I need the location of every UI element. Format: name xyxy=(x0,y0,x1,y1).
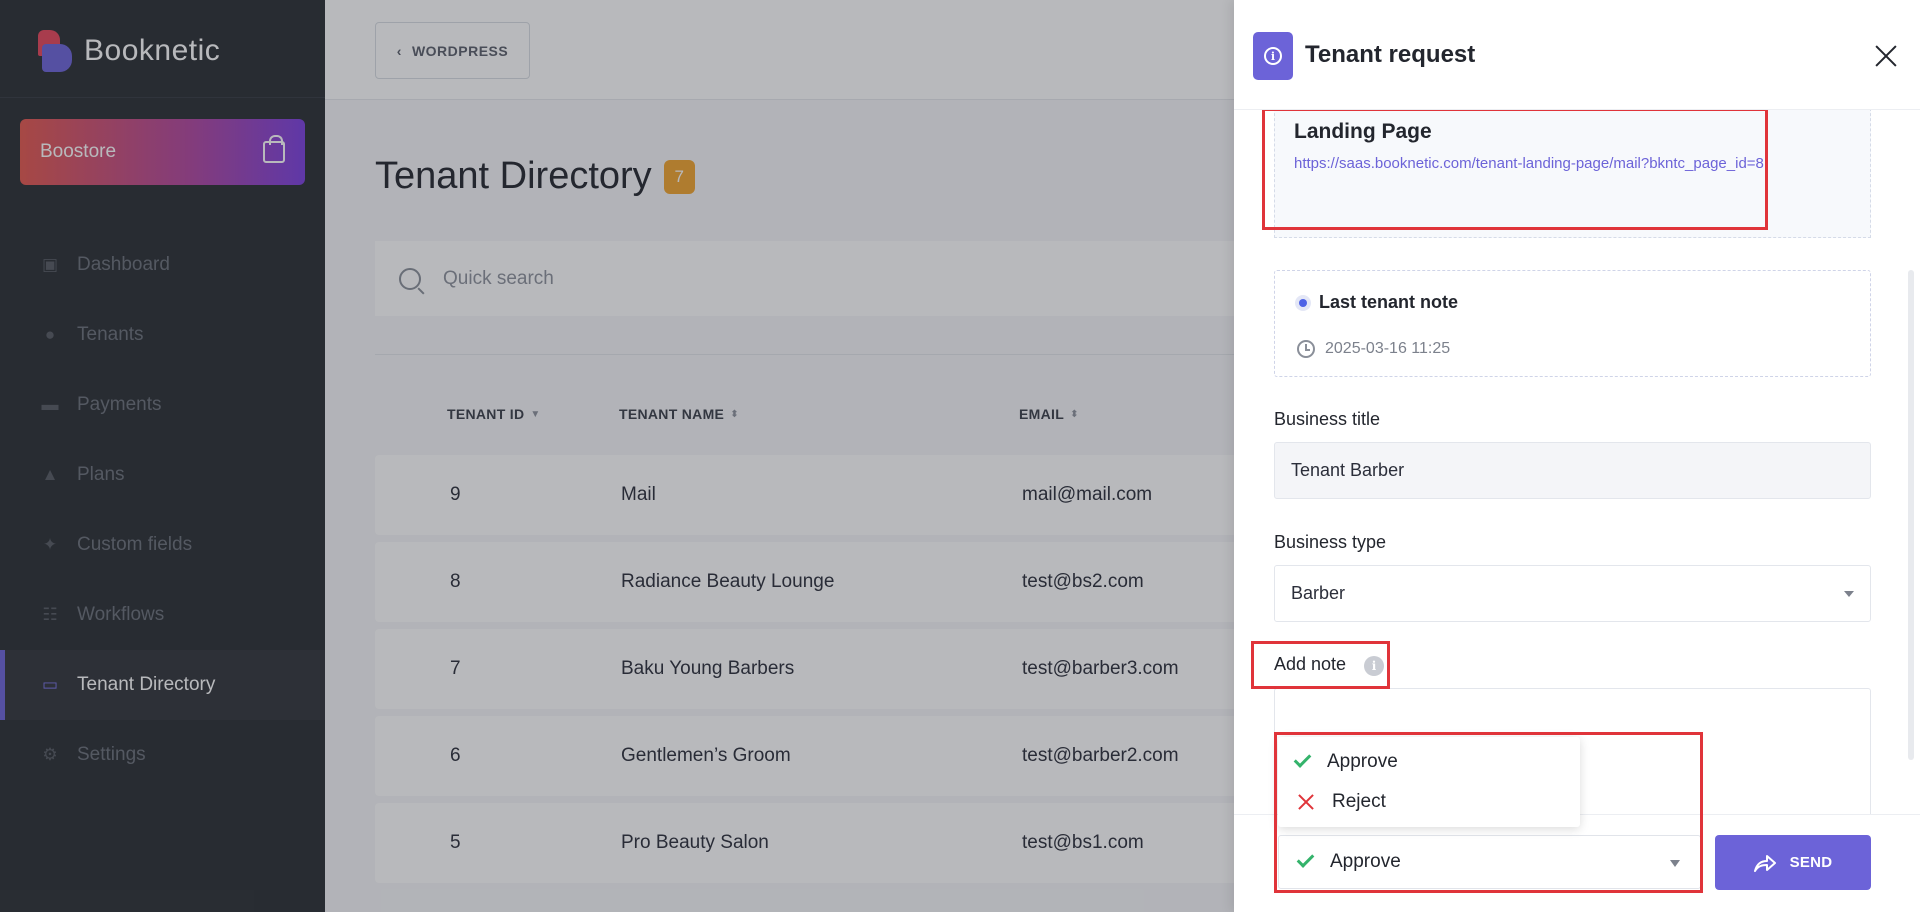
business-type-label: Business type xyxy=(1274,532,1387,552)
landing-page-title: Landing Page xyxy=(1294,120,1432,143)
drawer-header: i Tenant request xyxy=(1234,0,1920,110)
business-title-label: Business title xyxy=(1274,409,1381,429)
info-icon[interactable]: i xyxy=(1364,656,1384,676)
landing-page-link[interactable]: https://saas.booknetic.com/tenant-landin… xyxy=(1294,149,1764,179)
send-button[interactable]: SEND xyxy=(1715,835,1871,890)
add-note-label: Add note xyxy=(1274,654,1347,674)
radio-dot-icon xyxy=(1295,295,1311,311)
info-icon: i xyxy=(1264,47,1282,65)
last-tenant-note-card: Last tenant note 2025-03-16 11:25 xyxy=(1274,270,1871,377)
business-type-value: Barber xyxy=(1291,583,1346,603)
close-icon[interactable] xyxy=(1874,44,1898,68)
chevron-down-icon xyxy=(1844,591,1854,597)
last-note-title: Last tenant note xyxy=(1319,292,1459,312)
business-title-field[interactable]: Tenant Barber xyxy=(1274,442,1871,499)
business-type-select[interactable]: Barber xyxy=(1274,565,1871,622)
drawer-info-badge: i xyxy=(1253,32,1293,80)
last-note-time: 2025-03-16 11:25 xyxy=(1325,340,1451,357)
status-highlight xyxy=(1274,732,1703,893)
modal-backdrop[interactable] xyxy=(0,0,1234,912)
business-title-value: Tenant Barber xyxy=(1291,460,1405,480)
tenant-request-drawer: i Tenant request Landing Page https://sa… xyxy=(1234,0,1920,912)
clock-icon xyxy=(1297,340,1315,358)
share-arrow-icon xyxy=(1753,854,1776,872)
drawer-title: Tenant request xyxy=(1305,41,1476,68)
drawer-scrollbar[interactable] xyxy=(1908,270,1914,760)
send-label: SEND xyxy=(1789,854,1833,871)
